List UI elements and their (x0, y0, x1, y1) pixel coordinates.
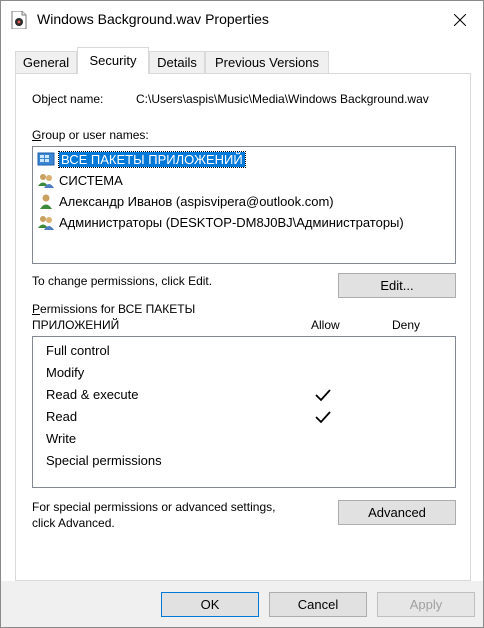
security-panel: Object name: C:\Users\aspis\Music\Media\… (15, 73, 471, 581)
group-label-text: roup or user names: (41, 128, 149, 142)
advanced-button-label: Advanced (368, 505, 426, 520)
close-icon (454, 14, 466, 26)
edit-button-label: Edit... (380, 278, 414, 293)
edit-button[interactable]: Edit... (338, 273, 456, 298)
permission-row: Read & execute (46, 387, 139, 402)
title-bar: Windows Background.wav Properties (1, 1, 483, 39)
permission-row: Special permissions (46, 453, 162, 468)
tab-general[interactable]: General (15, 51, 77, 73)
advanced-hint-line2: click Advanced. (32, 516, 115, 530)
apply-button-label: Apply (409, 597, 443, 612)
list-item[interactable]: ВСЕ ПАКЕТЫ ПРИЛОЖЕНИЙ (37, 149, 246, 169)
group-users-icon (38, 174, 54, 188)
permissions-for-label: Permissions for ВСЕ ПАКЕТЫ (32, 302, 195, 316)
list-item-label: ВСЕ ПАКЕТЫ ПРИЛОЖЕНИЙ (58, 150, 246, 168)
allow-checkmark-icon (315, 389, 331, 402)
close-button[interactable] (437, 1, 483, 39)
app-packages-icon (37, 152, 55, 166)
deny-column-header: Deny (392, 318, 421, 332)
wav-file-icon (11, 11, 27, 29)
change-permissions-hint: To change permissions, click Edit. (32, 274, 213, 288)
group-users-icon (38, 216, 54, 230)
user-icon (40, 194, 52, 209)
allow-checkmark-icon (315, 411, 331, 424)
ok-button[interactable]: OK (161, 592, 259, 617)
group-label-accel: G (32, 128, 42, 142)
permission-row: Full control (46, 343, 110, 358)
tab-security[interactable]: Security (77, 47, 149, 74)
cancel-button-label: Cancel (297, 597, 339, 612)
list-item[interactable]: СИСТЕМА (37, 170, 123, 190)
list-item[interactable]: Администраторы (DESKTOP-DM8J0BJ\Админист… (37, 212, 404, 232)
users-listbox[interactable]: ВСЕ ПАКЕТЫ ПРИЛОЖЕНИЙ СИСТЕМА Александр … (32, 146, 456, 264)
list-item-label: Александр Иванов (aspisvipera@outlook.co… (59, 193, 334, 209)
list-item-label: СИСТЕМА (59, 172, 123, 188)
permissions-accel: P (32, 302, 41, 316)
object-name-label: Object name: (32, 92, 104, 106)
cancel-button[interactable]: Cancel (269, 592, 367, 617)
group-user-names-label: Group or user names: (32, 128, 149, 142)
list-item[interactable]: Александр Иванов (aspisvipera@outlook.co… (37, 191, 334, 211)
advanced-hint: For special permissions or advanced sett… (32, 500, 276, 514)
advanced-button[interactable]: Advanced (338, 500, 456, 525)
tab-details[interactable]: Details (149, 51, 205, 73)
allow-column-header: Allow (311, 318, 340, 332)
window-title: Windows Background.wav Properties (37, 11, 269, 27)
permission-row: Read (46, 409, 78, 424)
properties-dialog: Windows Background.wav Properties Genera… (0, 0, 484, 628)
permissions-for-text: ermissions for ВСЕ ПАКЕТЫ (40, 302, 196, 316)
tab-previous-versions[interactable]: Previous Versions (205, 51, 329, 73)
ok-button-label: OK (200, 597, 220, 612)
permissions-for-label-line2: ПРИЛОЖЕНИЙ (32, 318, 120, 332)
apply-button[interactable]: Apply (377, 592, 475, 617)
permission-row: Modify (46, 365, 85, 380)
permissions-list: Full control Modify Read & execute Read … (32, 336, 456, 488)
list-item-label: Администраторы (DESKTOP-DM8J0BJ\Админист… (59, 214, 404, 230)
object-name-value: C:\Users\aspis\Music\Media\Windows Backg… (136, 92, 429, 106)
permission-row: Write (46, 431, 77, 446)
dialog-footer: OK Cancel Apply (1, 581, 483, 627)
